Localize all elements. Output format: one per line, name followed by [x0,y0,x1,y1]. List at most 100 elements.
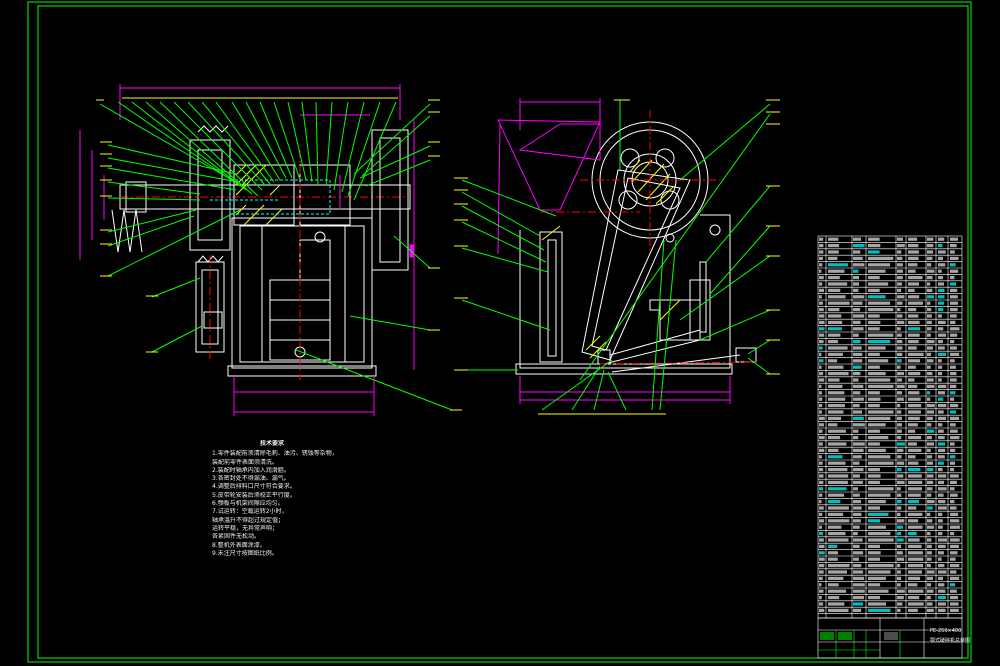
parts-list-cell-mark [828,589,847,593]
parts-list-cell-mark [828,269,845,273]
parts-list-cell-mark [908,532,917,536]
parts-list-cell-mark [950,416,959,420]
parts-list-cell-mark [908,564,924,568]
note-line: 各紧固件无松动。 [212,533,261,541]
parts-list-cell-mark [927,250,934,254]
parts-list-cell-mark [938,359,942,363]
parts-list-cell-mark [908,461,919,465]
parts-list-cell-mark [938,256,943,260]
parts-list-cell-mark [868,557,880,561]
parts-list-cell-mark [853,250,861,254]
parts-list-cell-mark [908,244,919,248]
parts-list-cell-mark [908,340,919,344]
parts-list-cell-mark [938,244,943,248]
parts-list-cell-mark [828,519,850,523]
parts-list-cell-mark [868,436,889,440]
parts-list-cell-mark [927,429,935,433]
parts-list-cell-mark [950,468,955,472]
parts-list-cell-mark [853,365,862,369]
parts-list-cell-mark [897,544,901,548]
parts-list-cell-mark [950,448,956,452]
parts-list-cell-mark [908,544,922,548]
parts-list-cell-mark [938,397,944,401]
parts-list-cell-mark [908,500,919,504]
parts-list-cell-mark [819,589,824,593]
parts-list-cell-mark [938,423,943,427]
parts-list-cell-mark [897,263,903,267]
parts-list-cell-mark [853,570,864,574]
parts-list-cell-mark [897,346,903,350]
parts-list-cell-mark [868,237,880,241]
parts-list-cell-mark [897,557,905,561]
parts-list-cell-mark [828,576,844,580]
parts-list-cell-mark [819,564,825,568]
parts-list-cell-mark [828,506,849,510]
parts-list-cell-mark [908,557,924,561]
parts-list-cell-mark [819,333,825,337]
parts-list-cell-mark [868,397,881,401]
parts-list-cell-mark [908,589,924,593]
parts-list-cell-mark [897,564,901,568]
parts-list-cell-mark [853,256,863,260]
parts-list-cell-mark [908,320,920,324]
parts-list-cell-mark [819,429,823,433]
parts-list-cell-mark [908,455,916,459]
parts-list-cell-mark [938,314,942,318]
parts-list-cell-mark [868,487,894,491]
parts-list-cell-mark [950,538,960,542]
parts-list-cell-mark [828,596,840,600]
parts-list-cell-mark [819,602,824,606]
parts-list-cell-mark [868,327,880,331]
parts-list-cell-mark [938,570,947,574]
parts-list-cell-mark [853,608,862,612]
parts-list-cell-mark [927,512,931,516]
parts-list-cell-mark [908,378,915,382]
parts-list-cell-mark [897,570,901,574]
parts-list-cell-mark [908,474,922,478]
parts-list-cell-mark [897,333,902,337]
parts-list-cell-mark [938,288,945,292]
parts-list-cell-mark [819,583,822,587]
parts-list-cell-mark [853,519,861,523]
parts-list-cell-mark [828,378,840,382]
parts-list-cell-mark [927,288,933,292]
parts-list-cell-mark [853,391,861,395]
parts-list-cell-mark [828,429,846,433]
parts-list-cell-mark [868,493,891,497]
parts-list-cell-mark [819,282,823,286]
parts-list-cell-mark [950,583,956,587]
parts-list-cell-mark [908,327,920,331]
parts-list-cell-mark [927,276,933,280]
parts-list-cell-mark [868,295,886,299]
parts-list-cell-mark [938,448,946,452]
parts-list-cell-mark [938,442,946,446]
note-line: 3.各密封处不得漏油、漏气。 [212,475,290,483]
parts-list-cell-mark [819,359,824,363]
parts-list-cell-mark [853,346,862,350]
parts-list-cell-mark [897,256,903,260]
parts-list-cell-mark [868,276,880,280]
parts-list-cell-mark [853,493,860,497]
parts-list-cell-mark [950,244,957,248]
parts-list-cell-mark [927,308,932,312]
parts-list-cell-mark [828,468,848,472]
parts-list-cell-mark [853,314,865,318]
parts-list-cell-mark [927,301,931,305]
parts-list-cell-mark [853,282,859,286]
parts-list-cell-mark [938,276,944,280]
parts-list-cell-mark [868,391,880,395]
parts-list-cell-mark [950,295,958,299]
parts-list-cell-mark [938,263,946,267]
parts-list-cell-mark [938,301,945,305]
parts-list-cell-mark [868,256,894,260]
parts-list-cell-mark [908,391,920,395]
parts-list-cell-mark [927,352,931,356]
parts-list-cell-mark [828,474,849,478]
drawing-name: 颚式破碎机总装图 [930,638,971,644]
parts-list-cell-mark [868,480,880,484]
parts-list-cell-mark [950,372,957,376]
parts-list-cell-mark [927,244,934,248]
parts-list-cell-mark [938,589,946,593]
cad-drawing-sheet [27,1,972,663]
parts-list-cell-mark [927,480,934,484]
